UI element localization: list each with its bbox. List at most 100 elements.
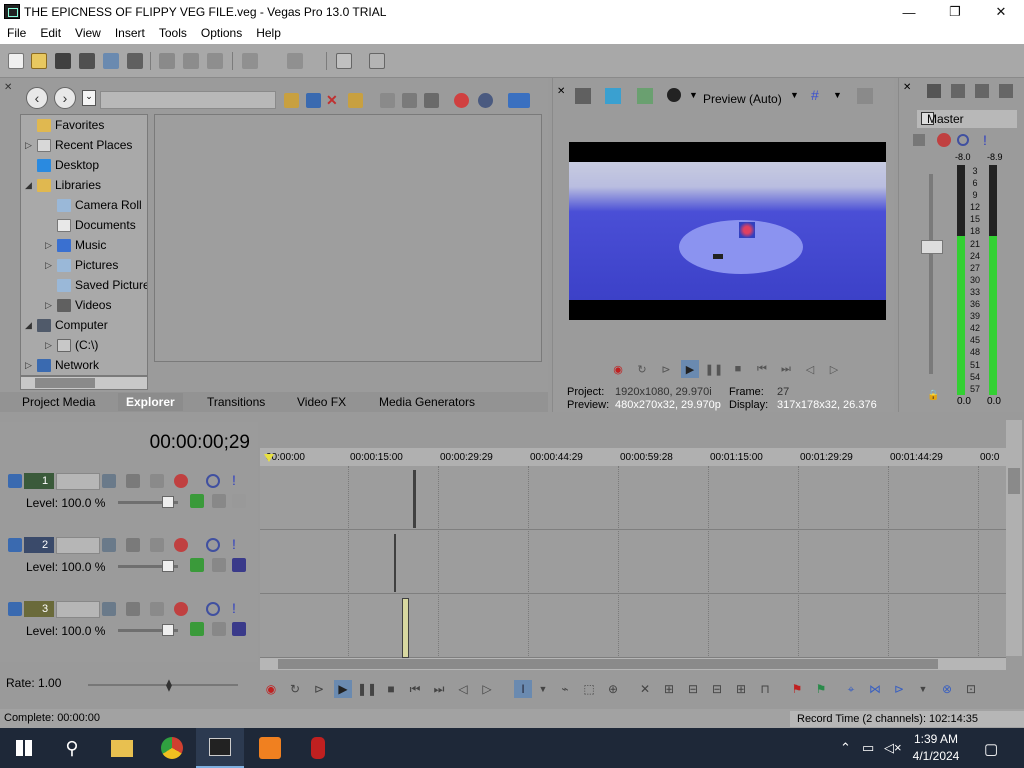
composite-mode-icon[interactable] [126,474,140,488]
file-list[interactable] [154,114,542,362]
auto-ripple-icon[interactable]: ⊳ [890,680,908,698]
previous-frame-icon[interactable]: ◁ [801,360,819,378]
track-motion-icon[interactable] [102,602,116,616]
composite-parent-icon[interactable] [150,474,164,488]
preview-quality-icon[interactable] [667,88,681,102]
video-event[interactable] [413,470,416,528]
tab-media-generators[interactable]: Media Generators [379,395,475,409]
tree-item-music[interactable]: ▷ Music [45,235,106,255]
previous-frame-icon[interactable]: ◁ [454,680,472,698]
panel-close-icon[interactable]: ✕ [903,82,911,93]
lock-icon[interactable]: 🔒 [927,390,939,401]
envelope-tool-icon[interactable]: ⌁ [556,680,574,698]
cursor-marker[interactable] [264,454,274,462]
tree-item-c-drive[interactable]: ▷ (C:\) [45,335,98,355]
level-slider[interactable] [118,496,178,508]
solo-icon[interactable]: ! [983,132,987,148]
track-expand-icon[interactable] [8,474,22,488]
tree-item-camera-roll[interactable]: Camera Roll [45,195,142,215]
timeline-vertical-scrollbar[interactable] [1006,420,1022,656]
delete-icon[interactable]: ✕ [636,680,654,698]
up-folder-icon[interactable] [284,93,299,108]
menu-tools[interactable]: Tools [152,24,194,44]
track-name-field[interactable] [56,537,100,554]
go-to-start-icon[interactable]: ⏮ [753,360,771,378]
track-lane[interactable] [260,466,1006,530]
composite-mode-icon[interactable] [126,538,140,552]
stop-preview-icon[interactable] [402,93,417,108]
fade-icon[interactable] [212,494,226,508]
trim-start-icon[interactable]: ⊟ [684,680,702,698]
minimize-button[interactable]: — [886,0,932,24]
master-fader[interactable] [921,240,943,254]
taskbar-vegas[interactable] [196,728,244,768]
timeline-horizontal-scrollbar[interactable] [260,658,1006,670]
forward-arrow-icon[interactable]: › [54,87,76,109]
search-button[interactable]: ⚲ [48,728,96,768]
save-icon[interactable] [55,53,71,69]
reset-icon[interactable] [232,558,246,572]
properties-icon[interactable] [127,53,143,69]
pause-icon[interactable]: ❚❚ [705,360,723,378]
start-preview-icon[interactable] [380,93,395,108]
next-frame-icon[interactable]: ▷ [478,680,496,698]
reset-icon[interactable] [232,622,246,636]
timeline-ruler[interactable]: 00:00:00 00:00:15:00 00:00:29:29 00:00:4… [260,448,1006,466]
record-icon[interactable]: ◉ [262,680,280,698]
redo-icon[interactable] [287,53,303,69]
tree-item-recent-places[interactable]: ▷ Recent Places [25,135,132,155]
tree-item-libraries[interactable]: ◢ Libraries [25,175,101,195]
taskbar-app-red[interactable] [294,728,342,768]
snapping-icon[interactable]: ⌖ [842,680,860,698]
split-icon[interactable]: ⊞ [732,680,750,698]
play-from-start-icon[interactable]: ⊳ [657,360,675,378]
menu-file[interactable]: File [0,24,33,44]
mute-icon[interactable] [206,602,220,616]
panel-close-icon[interactable]: ✕ [557,86,565,97]
fade-icon[interactable] [212,622,226,636]
paste-icon[interactable] [207,53,223,69]
menu-view[interactable]: View [68,24,108,44]
track-fx-icon[interactable] [174,538,188,552]
track-name-field[interactable] [56,473,100,490]
track-lane[interactable] [260,530,1006,594]
menu-edit[interactable]: Edit [33,24,68,44]
tree-item-favorites[interactable]: Favorites [25,115,104,135]
insert-bus-icon[interactable] [951,84,965,98]
mixer-properties-icon[interactable] [927,84,941,98]
automation-icon[interactable] [190,558,204,572]
stop-icon[interactable]: ■ [382,680,400,698]
stop-icon[interactable]: ■ [729,360,747,378]
chevron-down-icon[interactable]: ▼ [790,90,799,100]
edit-tool-icon[interactable]: I [514,680,532,698]
edit-tool-icon[interactable] [336,53,352,69]
auto-preview-icon[interactable] [424,93,439,108]
render-as-icon[interactable] [103,53,119,69]
history-dropdown-icon[interactable]: ⌄ [82,90,96,106]
tree-horizontal-scrollbar[interactable] [20,376,148,390]
track-name-field[interactable] [56,601,100,618]
trim-icon[interactable]: ⊞ [660,680,678,698]
track-motion-icon[interactable] [102,538,116,552]
tab-explorer[interactable]: Explorer [118,393,183,411]
level-slider[interactable] [118,624,178,636]
play-from-start-icon[interactable]: ⊳ [310,680,328,698]
trim-end-icon[interactable]: ⊟ [708,680,726,698]
rate-slider-thumb[interactable]: ⧫ [166,678,186,692]
taskbar-file-explorer[interactable] [98,728,146,768]
auto-crossfade-icon[interactable]: ⋈ [866,680,884,698]
track-fx-icon[interactable] [174,474,188,488]
tree-item-documents[interactable]: Documents [45,215,136,235]
track-motion-icon[interactable] [102,474,116,488]
menu-insert[interactable]: Insert [108,24,152,44]
close-button[interactable]: ✕ [978,0,1024,24]
whats-this-help-icon[interactable] [369,53,385,69]
tree-item-desktop[interactable]: Desktop [25,155,99,175]
go-to-end-icon[interactable]: ⏭ [430,680,448,698]
path-input[interactable] [100,91,276,109]
menu-help[interactable]: Help [249,24,288,44]
overlays-icon[interactable]: # [811,88,825,102]
maximize-button[interactable]: ❐ [932,0,978,24]
dim-output-icon[interactable] [999,84,1013,98]
play-icon[interactable]: ▶ [334,680,352,698]
